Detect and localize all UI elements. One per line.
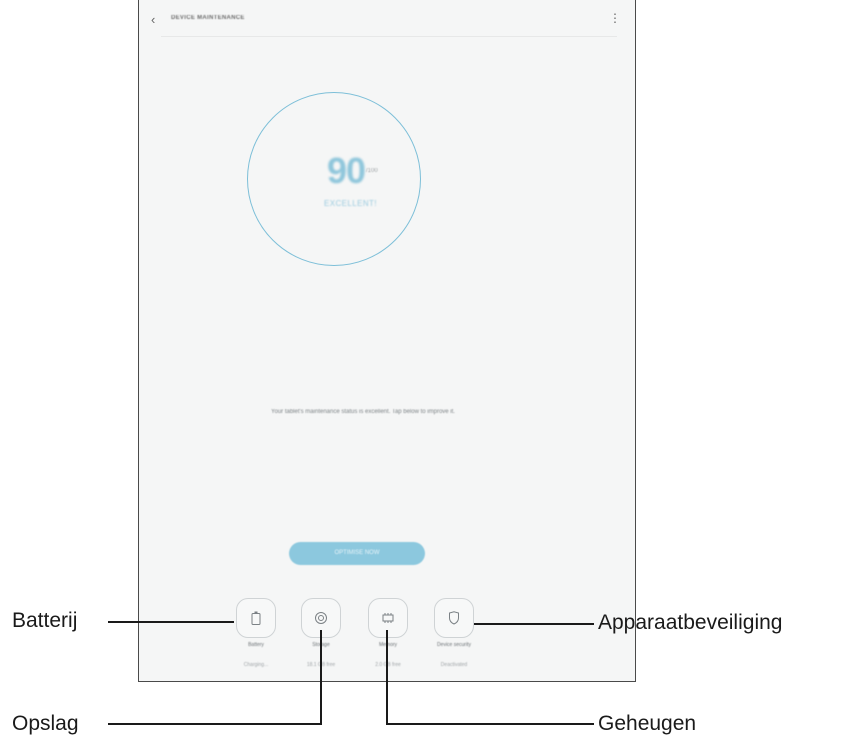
- memory-free: 2.0 GB free: [375, 662, 401, 668]
- callout-storage-line-vertical: [320, 630, 322, 724]
- optimise-now-button[interactable]: OPTIMISE NOW: [289, 542, 425, 565]
- battery-tile[interactable]: [236, 598, 276, 638]
- callout-memory-line-vertical: [386, 630, 388, 724]
- maintenance-score: 90: [327, 150, 366, 191]
- tablet-screen: ‹ DEVICE MAINTENANCE ⋮ 90 /100 EXCELLENT…: [138, 0, 636, 682]
- device-security-status: Deactivated: [440, 662, 468, 668]
- storage-icon: [314, 611, 328, 625]
- chevron-left-icon[interactable]: ‹: [151, 12, 155, 27]
- memory-label: Memory: [378, 642, 398, 648]
- device-security-label: Device security: [437, 642, 471, 648]
- app-bar: ‹ DEVICE MAINTENANCE ⋮: [139, 0, 635, 40]
- callout-storage-line-horizontal: [108, 723, 322, 725]
- callout-battery: Batterij: [12, 609, 78, 632]
- device-security-tile[interactable]: [434, 598, 474, 638]
- battery-status: Charging...: [243, 662, 269, 668]
- callout-battery-line: [108, 621, 234, 623]
- callout-memory-line-horizontal: [386, 723, 594, 725]
- shield-icon: [448, 611, 460, 625]
- memory-chip-icon: [381, 612, 395, 624]
- memory-tile[interactable]: [368, 598, 408, 638]
- callout-storage: Opslag: [12, 712, 79, 735]
- callout-device-security-line: [474, 623, 594, 625]
- status-message: Your tablet's maintenance status is exce…: [271, 409, 455, 415]
- callout-device-security: Apparaatbeveiliging: [598, 611, 783, 634]
- more-vertical-icon[interactable]: ⋮: [609, 11, 621, 25]
- app-bar-divider: [161, 36, 617, 37]
- callout-memory: Geheugen: [598, 712, 697, 735]
- page-title: DEVICE MAINTENANCE: [171, 15, 245, 21]
- maintenance-score-max: /100: [366, 168, 378, 174]
- battery-icon: [250, 611, 262, 625]
- maintenance-status: EXCELLENT!: [324, 199, 377, 208]
- battery-label: Battery: [248, 642, 264, 648]
